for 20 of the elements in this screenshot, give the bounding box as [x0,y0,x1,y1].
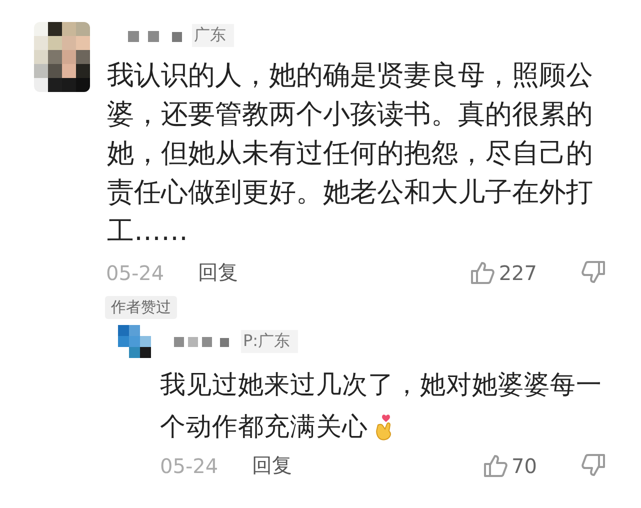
location-label: P:广东 [241,330,298,353]
like-button[interactable]: 227 [470,260,537,285]
thumbs-up-icon [470,260,495,285]
dislike-button[interactable] [581,260,606,285]
reply-text: 个动作都充满关心 [160,411,368,444]
reply-button[interactable]: 回复 [198,259,238,286]
thumbs-up-icon [482,453,508,478]
avatar-icon [118,325,151,358]
author-liked-badge: 作者赞过 [105,296,177,319]
reply-text: 我见过她来过几次了，她对她婆婆每一 [160,369,602,402]
location-label: 广东 [192,24,234,47]
comment-text: 我认识的人，她的确是贤妻良母，照顾公婆，还要管教两个小孩读书。真的很累的她，但她从未有过任何的抱怨，尽自己的责任心做到更好。她老公和大儿子在外打工…… [107,59,594,249]
reply-button[interactable]: 回复 [252,452,292,479]
comment-date: 05-24 [160,454,220,478]
dislike-button[interactable] [581,453,606,478]
comment-date: 05-24 [106,260,166,284]
avatar-icon [34,22,90,92]
thumbs-down-icon [581,453,606,478]
like-button[interactable]: 70 [482,453,537,478]
thumbs-down-icon [581,260,606,285]
